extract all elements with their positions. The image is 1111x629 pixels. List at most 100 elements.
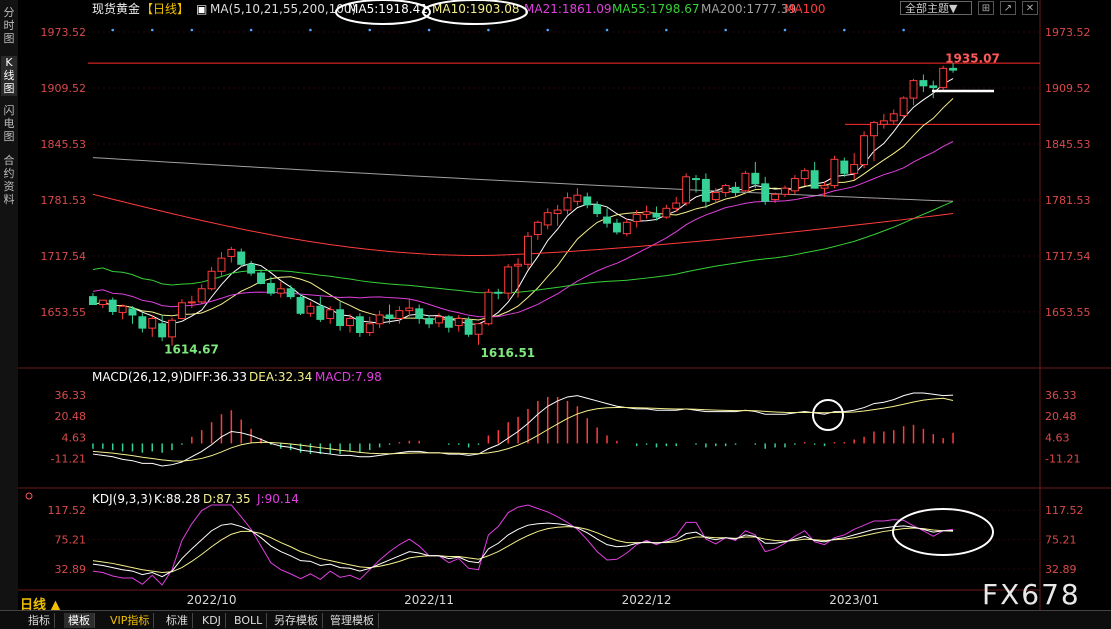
- macd-tick-label-right: 36.33: [1045, 389, 1077, 402]
- signal-dot: [783, 28, 787, 32]
- candle-body: [701, 178, 710, 202]
- price-tick-label-left: 1845.53: [41, 138, 87, 151]
- watermark-logo: FX678: [982, 578, 1081, 611]
- candle-body: [781, 187, 789, 195]
- candle-body: [336, 309, 345, 327]
- price-tick-label-left: 1781.53: [41, 194, 87, 207]
- candle-body: [197, 288, 206, 303]
- template-tab[interactable]: KDJ: [198, 613, 226, 628]
- window-popout-icon[interactable]: ↗: [1000, 1, 1016, 15]
- signal-dot: [249, 28, 253, 32]
- price-tick-label-left: 1909.52: [41, 82, 87, 95]
- price-tick-label-right: 1653.55: [1045, 306, 1091, 319]
- macd-tick-label-left: -11.21: [51, 452, 86, 465]
- candle-body: [158, 323, 167, 338]
- candle-body: [860, 135, 869, 166]
- signal-dot: [487, 28, 490, 32]
- candle-body: [108, 299, 117, 313]
- time-axis-label: 2023/01: [829, 593, 879, 607]
- candle-body: [919, 80, 928, 87]
- template-tab[interactable]: 指标: [24, 613, 55, 628]
- candle-body: [929, 85, 938, 89]
- signal-dot: [111, 28, 115, 32]
- theme-select[interactable]: 全部主题▼: [900, 1, 972, 15]
- candle-body: [622, 221, 631, 235]
- candle-body: [553, 209, 562, 215]
- kdj-tick-label-left: 75.21: [55, 534, 87, 547]
- candle-body: [118, 305, 127, 313]
- signal-dot: [427, 28, 431, 32]
- candle-body: [415, 308, 424, 320]
- window-close-icon[interactable]: ✕: [1022, 1, 1038, 15]
- candle-body: [484, 291, 493, 325]
- chart-canvas[interactable]: 1973.52 1973.52 1909.52 1909.52 1845.53 1845.…: [0, 0, 1111, 610]
- signal-dot: [724, 28, 727, 32]
- candle-body: [682, 176, 691, 204]
- kdj-tick-label-right: 32.89: [1045, 563, 1077, 576]
- candle-body: [800, 170, 809, 180]
- candle-body: [177, 302, 186, 320]
- kdj-tick-label-right: 75.21: [1045, 534, 1077, 547]
- candle-body: [939, 67, 948, 89]
- candle-body: [850, 164, 859, 174]
- candle-body: [395, 310, 404, 320]
- price-tick-label-right: 1845.53: [1045, 138, 1091, 151]
- kdj-legend-item: KDJ(9,3,3): [92, 492, 153, 506]
- candle-body: [266, 283, 275, 294]
- signal-dot: [665, 28, 668, 32]
- candle-body: [425, 318, 434, 325]
- candle-body: [820, 185, 829, 189]
- candle-body: [731, 186, 740, 194]
- candle-body: [870, 122, 878, 137]
- template-tab[interactable]: 标准: [162, 613, 193, 628]
- candle-body: [474, 323, 483, 335]
- ma-legend-label: MA(5,10,21,55,200,100): [210, 2, 356, 16]
- low-price-annotation: 1614.67: [164, 342, 219, 356]
- time-axis-label: 2022/11: [404, 593, 454, 607]
- price-tick-label-right: 1973.52: [1045, 26, 1091, 39]
- candle-body: [227, 248, 236, 257]
- candle-body: [840, 160, 849, 174]
- template-tab[interactable]: VIP指标: [106, 613, 155, 628]
- signal-dot: [368, 28, 372, 32]
- candle-body: [316, 305, 325, 320]
- signal-dot: [309, 28, 312, 32]
- ma-legend-value: MA55:1798.67: [612, 2, 700, 16]
- candle-body: [296, 297, 305, 314]
- template-tab[interactable]: BOLL: [230, 613, 268, 628]
- candle-body: [148, 318, 157, 329]
- candle-body: [909, 80, 918, 99]
- macd-legend-item: MACD(26,12,9): [92, 370, 183, 384]
- candle-body: [306, 305, 315, 314]
- candle-body: [889, 113, 898, 122]
- candle-body: [830, 158, 839, 187]
- candle-body: [672, 202, 681, 209]
- kdj-tick-label-right: 117.52: [1045, 504, 1084, 517]
- candle-body: [207, 270, 216, 290]
- candle-body: [375, 314, 384, 325]
- kdj-tick-label-left: 117.52: [48, 504, 87, 517]
- kdj-legend-item: D:87.35: [203, 492, 251, 506]
- candle-body: [761, 183, 770, 202]
- macd-tick-label-left: 20.48: [55, 410, 87, 423]
- window-layout-icon[interactable]: ⊞: [978, 1, 994, 15]
- template-tab[interactable]: 另存模板: [270, 613, 323, 628]
- signal-dot: [902, 28, 905, 32]
- candle-body: [523, 235, 532, 265]
- period-tag: 【日线】: [141, 2, 189, 16]
- template-tab[interactable]: 模板: [64, 613, 95, 628]
- price-tick-label-right: 1909.52: [1045, 82, 1091, 95]
- template-tab[interactable]: 管理模板: [326, 613, 379, 628]
- candle-body: [741, 172, 750, 192]
- macd-tick-label-right: -11.21: [1045, 452, 1080, 465]
- candle-body: [217, 257, 226, 272]
- candle-body: [464, 319, 473, 335]
- signal-dot: [546, 28, 550, 32]
- candle-body: [573, 194, 582, 202]
- candle-body: [98, 299, 107, 306]
- candle-body: [247, 263, 256, 274]
- time-axis-label: 2022/10: [187, 593, 237, 607]
- candle-body: [543, 212, 552, 226]
- signal-dot: [605, 28, 609, 32]
- candle-body: [593, 204, 602, 215]
